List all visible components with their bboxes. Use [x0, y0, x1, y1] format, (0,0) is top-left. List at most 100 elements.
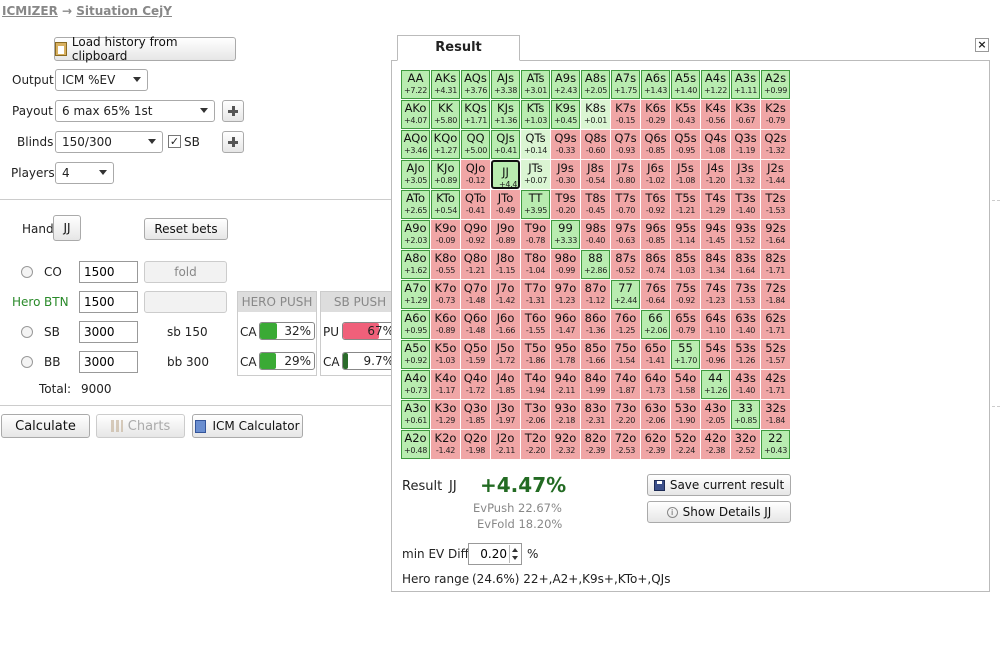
- hand-cell[interactable]: 65s -0.79: [671, 310, 700, 339]
- hand-cell[interactable]: A9s +2.43: [551, 70, 580, 99]
- hand-cell[interactable]: A7o +1.29: [401, 280, 430, 309]
- hand-cell[interactable]: Q8o -1.21: [461, 250, 490, 279]
- chevron-up-icon[interactable]: [512, 548, 518, 552]
- hand-cell[interactable]: Q9s -0.33: [551, 130, 580, 159]
- chevron-down-icon[interactable]: [512, 556, 518, 560]
- hand-cell[interactable]: Q3o -1.85: [461, 400, 490, 429]
- hand-cell[interactable]: A9o +2.03: [401, 220, 430, 249]
- hand-cell[interactable]: 54s -0.96: [701, 340, 730, 369]
- hand-cell[interactable]: 72o -2.53: [611, 430, 640, 459]
- hand-cell[interactable]: J4o -1.85: [491, 370, 520, 399]
- hand-cell[interactable]: 93s -1.52: [731, 220, 760, 249]
- hand-cell[interactable]: K4s -0.56: [701, 100, 730, 129]
- hand-cell[interactable]: Q7s -0.93: [611, 130, 640, 159]
- hand-cell[interactable]: A4o +0.73: [401, 370, 430, 399]
- hand-cell[interactable]: T6s -0.92: [641, 190, 670, 219]
- hand-cell[interactable]: Q8s -0.60: [581, 130, 610, 159]
- hand-cell[interactable]: 76s -0.64: [641, 280, 670, 309]
- hand-cell[interactable]: KTo +0.54: [431, 190, 460, 219]
- add-payout-button[interactable]: [222, 100, 244, 122]
- hand-cell[interactable]: 87o -1.12: [581, 280, 610, 309]
- hand-cell[interactable]: J6o -1.66: [491, 310, 520, 339]
- hand-cell[interactable]: JJ +4.47: [491, 160, 520, 189]
- hand-cell[interactable]: KQs +1.71: [461, 100, 490, 129]
- hand-cell[interactable]: QTs +0.14: [521, 130, 550, 159]
- hand-cell[interactable]: A8s +2.05: [581, 70, 610, 99]
- output-select[interactable]: ICM %EV: [55, 69, 148, 91]
- hand-cell[interactable]: Q9o -0.92: [461, 220, 490, 249]
- hand-cell[interactable]: T2o -2.20: [521, 430, 550, 459]
- hand-cell[interactable]: Q4s -1.08: [701, 130, 730, 159]
- hand-cell[interactable]: 95s -1.14: [671, 220, 700, 249]
- show-details-button[interactable]: i Show Details JJ: [647, 501, 791, 523]
- position-radio-bb[interactable]: [21, 356, 33, 368]
- hand-cell[interactable]: 63o -2.06: [641, 400, 670, 429]
- hand-cell[interactable]: 54o -1.58: [671, 370, 700, 399]
- position-radio-co[interactable]: [21, 266, 33, 278]
- hand-cell[interactable]: J8s -0.54: [581, 160, 610, 189]
- calculate-button[interactable]: Calculate: [1, 414, 90, 438]
- hand-cell[interactable]: A8o +1.62: [401, 250, 430, 279]
- hand-cell[interactable]: J3s -1.32: [731, 160, 760, 189]
- hand-cell[interactable]: AQo +3.46: [401, 130, 430, 159]
- charts-button[interactable]: Charts: [96, 414, 185, 438]
- position-radio-sb[interactable]: [21, 326, 33, 338]
- hand-cell[interactable]: 73s -1.53: [731, 280, 760, 309]
- hand-cell[interactable]: 62s -1.71: [761, 310, 790, 339]
- hand-cell[interactable]: K7s -0.15: [611, 100, 640, 129]
- hand-cell[interactable]: J7s -0.80: [611, 160, 640, 189]
- hand-cell[interactable]: J5s -1.08: [671, 160, 700, 189]
- hand-cell[interactable]: T3s -1.40: [731, 190, 760, 219]
- hand-cell[interactable]: K7o -0.73: [431, 280, 460, 309]
- hand-cell[interactable]: K9o -0.09: [431, 220, 460, 249]
- hand-cell[interactable]: 74s -1.23: [701, 280, 730, 309]
- hand-cell[interactable]: J8o -1.15: [491, 250, 520, 279]
- reset-bets-button[interactable]: Reset bets: [144, 218, 228, 240]
- load-history-button[interactable]: Load history from clipboard: [54, 35, 236, 63]
- hand-cell[interactable]: 64s -1.10: [701, 310, 730, 339]
- hand-cell[interactable]: K4o -1.17: [431, 370, 460, 399]
- stack-input-btn[interactable]: [79, 291, 138, 313]
- add-blinds-button[interactable]: [222, 131, 244, 153]
- hand-cell[interactable]: J6s -1.02: [641, 160, 670, 189]
- hand-cell[interactable]: AJs +3.38: [491, 70, 520, 99]
- min-ev-stepper[interactable]: [509, 545, 521, 563]
- hand-cell[interactable]: QJs +0.41: [491, 130, 520, 159]
- hand-cell[interactable]: K9s +0.45: [551, 100, 580, 129]
- hand-cell[interactable]: 94o -2.11: [551, 370, 580, 399]
- hand-selector-button[interactable]: JJ: [53, 215, 81, 241]
- hand-cell[interactable]: 66 +2.06: [641, 310, 670, 339]
- hand-cell[interactable]: JTs +0.07: [521, 160, 550, 189]
- hand-cell[interactable]: 33 +0.85: [731, 400, 760, 429]
- hand-cell[interactable]: JTo -0.49: [491, 190, 520, 219]
- hand-cell[interactable]: QQ +5.00: [461, 130, 490, 159]
- hand-cell[interactable]: 53o -1.90: [671, 400, 700, 429]
- hand-cell[interactable]: 32o -2.52: [731, 430, 760, 459]
- hand-cell[interactable]: K8o -0.55: [431, 250, 460, 279]
- hand-cell[interactable]: 74o -1.87: [611, 370, 640, 399]
- hand-cell[interactable]: Q6s -0.85: [641, 130, 670, 159]
- hand-cell[interactable]: T3o -2.06: [521, 400, 550, 429]
- hand-cell[interactable]: K5s -0.43: [671, 100, 700, 129]
- hand-cell[interactable]: 65o -1.41: [641, 340, 670, 369]
- hand-cell[interactable]: ATs +3.01: [521, 70, 550, 99]
- hand-cell[interactable]: Q5s -0.95: [671, 130, 700, 159]
- hand-cell[interactable]: T5o -1.86: [521, 340, 550, 369]
- hand-cell[interactable]: AQs +3.76: [461, 70, 490, 99]
- hand-cell[interactable]: 83o -2.31: [581, 400, 610, 429]
- hand-cell[interactable]: Q3s -1.19: [731, 130, 760, 159]
- hand-cell[interactable]: 76o -1.25: [611, 310, 640, 339]
- hand-cell[interactable]: 75o -1.54: [611, 340, 640, 369]
- hand-cell[interactable]: 94s -1.45: [701, 220, 730, 249]
- icm-calculator-button[interactable]: ICM Calculator: [192, 414, 303, 438]
- hand-cell[interactable]: 75s -0.92: [671, 280, 700, 309]
- hand-cell[interactable]: 96o -1.47: [551, 310, 580, 339]
- hand-cell[interactable]: T7s -0.70: [611, 190, 640, 219]
- hand-cell[interactable]: T8o -1.04: [521, 250, 550, 279]
- hand-cell[interactable]: J3o -1.97: [491, 400, 520, 429]
- hand-cell[interactable]: 82o -2.39: [581, 430, 610, 459]
- hand-cell[interactable]: A4s +1.22: [701, 70, 730, 99]
- hand-cell[interactable]: J9o -0.89: [491, 220, 520, 249]
- hand-cell[interactable]: 82s -1.71: [761, 250, 790, 279]
- hand-cell[interactable]: K2o -1.42: [431, 430, 460, 459]
